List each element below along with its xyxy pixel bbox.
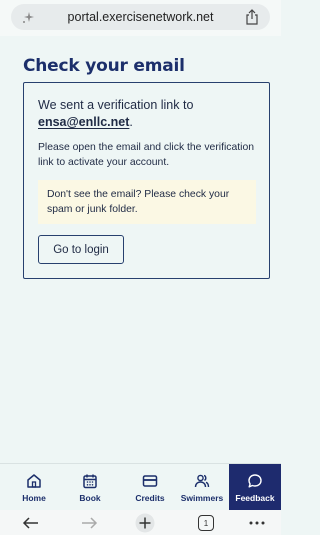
tab-count: 1 [198, 515, 214, 531]
tab-feedback-label: Feedback [235, 493, 275, 503]
card-icon [142, 475, 158, 487]
url-text[interactable]: portal.exercisenetwork.net [11, 10, 270, 24]
tab-book[interactable]: Book [65, 464, 115, 511]
page-title: Check your email [23, 56, 185, 76]
tabs-button[interactable]: 1 [195, 513, 217, 533]
back-arrow-icon [22, 517, 38, 529]
tab-home[interactable]: Home [9, 464, 59, 511]
chat-bubble-icon [248, 474, 262, 488]
address-field[interactable]: portal.exercisenetwork.net [11, 4, 270, 30]
tab-home-label: Home [22, 493, 46, 503]
browser-url-bar: portal.exercisenetwork.net [0, 0, 281, 36]
email-address: ensa@enllc.net [38, 115, 130, 129]
go-to-login-button[interactable]: Go to login [38, 235, 124, 264]
forward-button[interactable] [78, 513, 100, 533]
more-dots-icon [249, 521, 265, 525]
browser-nav-bar: 1 [0, 510, 281, 535]
back-button[interactable] [20, 513, 42, 533]
calendar-icon [83, 474, 97, 489]
tab-credits[interactable]: Credits [124, 464, 176, 511]
tab-credits-label: Credits [135, 493, 165, 503]
lead-text-prefix: We sent a verification link to [38, 98, 194, 112]
tab-swimmers-label: Swimmers [180, 493, 224, 503]
main-content: Check your email We sent a verification … [0, 36, 281, 463]
new-tab-button[interactable] [133, 513, 157, 533]
lead-text: We sent a verification link to ensa@enll… [38, 97, 258, 131]
spam-notice: Don't see the email? Please check your s… [38, 180, 256, 224]
people-icon [194, 474, 210, 488]
forward-arrow-icon [82, 517, 98, 529]
bottom-tab-bar: Home Book Credits Swimmers Feedback [0, 463, 281, 511]
more-menu-button[interactable] [246, 513, 268, 533]
home-icon [27, 474, 41, 488]
verification-card: We sent a verification link to ensa@enll… [23, 82, 270, 279]
tab-feedback[interactable]: Feedback [229, 464, 281, 511]
share-icon[interactable] [244, 8, 260, 26]
instructions-text: Please open the email and click the veri… [38, 142, 255, 168]
plus-icon [135, 513, 155, 533]
tab-swimmers[interactable]: Swimmers [176, 464, 228, 511]
email-suffix: . [129, 115, 133, 129]
tab-book-label: Book [79, 493, 101, 503]
